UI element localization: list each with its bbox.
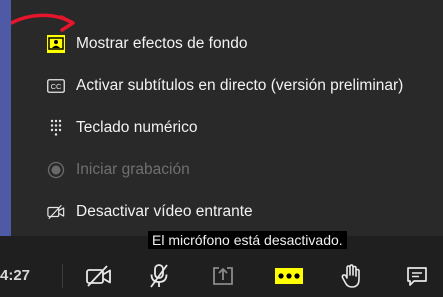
more-actions-button[interactable] xyxy=(272,259,306,293)
menu-item-start-recording: Iniciar grabación xyxy=(47,150,443,190)
raise-hand-button[interactable] xyxy=(334,259,368,293)
divider xyxy=(62,264,63,288)
svg-text:CC: CC xyxy=(51,82,62,91)
call-duration: 4:27 xyxy=(0,267,31,284)
record-icon xyxy=(47,161,65,179)
more-actions-menu-panel: Mostrar efectos de fondo CC Activar subt… xyxy=(11,0,443,236)
raise-hand-icon xyxy=(341,264,360,288)
share-icon xyxy=(213,267,233,285)
menu-item-label: Activar subtítulos en directo (versión p… xyxy=(76,77,404,94)
camera-off-button[interactable] xyxy=(82,259,116,293)
share-screen-button[interactable] xyxy=(206,259,240,293)
background-effects-icon xyxy=(47,35,65,53)
menu-item-live-captions[interactable]: CC Activar subtítulos en directo (versió… xyxy=(47,66,443,106)
mic-muted-notice: El micrófono está desactivado. xyxy=(148,231,347,249)
mic-off-icon xyxy=(150,264,168,288)
more-icon xyxy=(275,268,303,284)
menu-item-label: Teclado numérico xyxy=(76,119,198,136)
cc-icon: CC xyxy=(47,77,65,95)
call-toolbar: 4:27 xyxy=(0,254,443,297)
video-off-icon xyxy=(47,203,65,221)
chat-icon xyxy=(407,267,427,286)
camera-off-icon xyxy=(86,265,111,287)
menu-item-label: Mostrar efectos de fondo xyxy=(76,35,248,52)
menu-item-disable-incoming-video[interactable]: Desactivar vídeo entrante xyxy=(47,192,443,232)
menu-item-label: Desactivar vídeo entrante xyxy=(76,203,253,220)
menu-item-background-effects[interactable]: Mostrar efectos de fondo xyxy=(47,24,443,64)
chat-button[interactable] xyxy=(400,259,434,293)
menu-item-label: Iniciar grabación xyxy=(76,161,190,178)
dialpad-icon xyxy=(47,119,65,137)
menu-item-dialpad[interactable]: Teclado numérico xyxy=(47,108,443,148)
mic-off-button[interactable] xyxy=(142,259,176,293)
